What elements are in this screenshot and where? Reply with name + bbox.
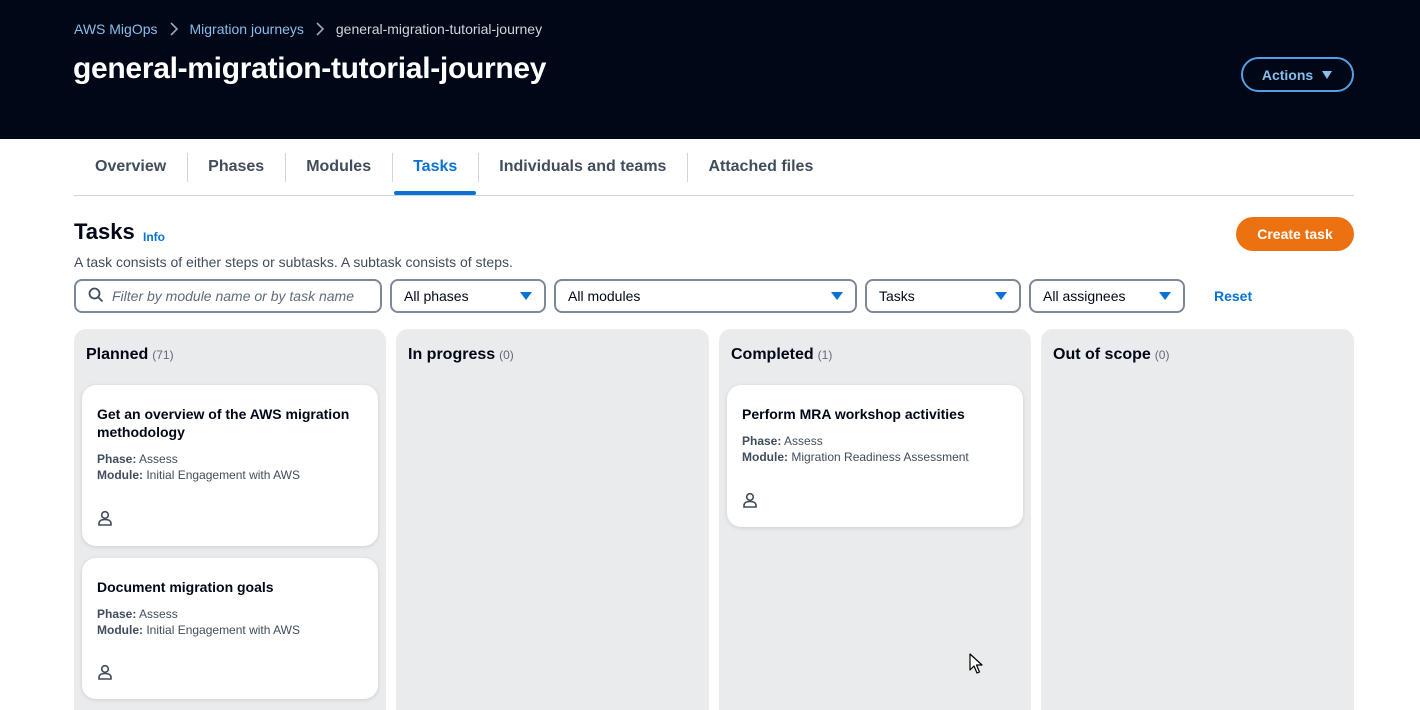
module-value: Initial Engagement with AWS (146, 623, 300, 637)
tab-overview[interactable]: Overview (74, 139, 187, 195)
column-out-of-scope: Out of scope (0) (1041, 329, 1354, 710)
column-count: (0) (1154, 348, 1170, 362)
column-header: Out of scope (0) (1053, 346, 1169, 364)
breadcrumb-link-migops[interactable]: AWS MigOps (74, 21, 158, 37)
reset-link[interactable]: Reset (1214, 288, 1252, 304)
task-card-meta: Phase: Assess Module: Initial Engagement… (97, 451, 363, 483)
caret-down-icon (831, 292, 843, 300)
type-select[interactable]: Tasks (865, 279, 1021, 313)
column-header: Planned (71) (86, 346, 174, 364)
task-card-title: Document migration goals (97, 579, 274, 595)
phase-label: Phase: (97, 607, 137, 621)
column-title: Out of scope (1053, 346, 1151, 363)
caret-down-icon (995, 292, 1007, 300)
tab-tasks[interactable]: Tasks (392, 139, 478, 195)
breadcrumb-link-journeys[interactable]: Migration journeys (190, 21, 304, 37)
module-select-value: All modules (568, 288, 641, 304)
column-planned: Planned (71) Get an overview of the AWS … (74, 329, 386, 710)
tab-bar: Overview Phases Modules Tasks Individual… (74, 139, 1354, 196)
phase-select-value: All phases (404, 288, 469, 304)
column-count: (1) (817, 348, 833, 362)
task-card[interactable]: Document migration goals Phase: Assess M… (82, 558, 378, 699)
user-icon (97, 664, 113, 680)
user-icon (742, 492, 758, 508)
caret-down-icon (1321, 67, 1333, 83)
actions-button[interactable]: Actions (1241, 57, 1354, 92)
task-card[interactable]: Perform MRA workshop activities Phase: A… (727, 385, 1023, 527)
tab-attached-files[interactable]: Attached files (687, 139, 834, 195)
column-title: Completed (731, 346, 814, 363)
breadcrumb-current: general-migration-tutorial-journey (335, 21, 543, 37)
tasks-description: A task consists of either steps or subta… (74, 254, 513, 270)
search-input[interactable]: Filter by module name or by task name (74, 279, 382, 313)
tab-phases[interactable]: Phases (187, 139, 285, 195)
column-count: (0) (499, 348, 514, 362)
caret-down-icon (520, 292, 532, 300)
phase-label: Phase: (97, 452, 137, 466)
module-value: Initial Engagement with AWS (146, 468, 300, 482)
assignee-select[interactable]: All assignees (1029, 279, 1185, 313)
module-value: Migration Readiness Assessment (791, 450, 969, 464)
column-count: (71) (152, 348, 174, 362)
tasks-heading: Tasks (74, 219, 135, 244)
tab-modules[interactable]: Modules (285, 139, 392, 195)
phase-select[interactable]: All phases (390, 279, 546, 313)
chevron-right-icon (158, 22, 190, 36)
tab-individuals-and-teams[interactable]: Individuals and teams (478, 139, 687, 195)
module-label: Module: (97, 623, 143, 637)
info-link[interactable]: Info (143, 230, 165, 244)
chevron-right-icon (304, 22, 336, 36)
phase-value: Assess (784, 434, 823, 448)
mouse-cursor-icon (969, 653, 985, 680)
assignee-select-value: All assignees (1043, 288, 1126, 304)
task-card-meta: Phase: Assess Module: Initial Engagement… (97, 606, 363, 638)
column-in-progress: In progress (0) (396, 329, 709, 710)
task-card[interactable]: Get an overview of the AWS migration met… (82, 385, 378, 546)
task-card-meta: Phase: Assess Module: Migration Readines… (742, 433, 1008, 465)
module-label: Module: (97, 468, 143, 482)
phase-value: Assess (139, 607, 178, 621)
search-placeholder: Filter by module name or by task name (112, 288, 354, 304)
actions-label: Actions (1261, 66, 1314, 83)
task-card-title: Get an overview of the AWS migration met… (97, 406, 350, 440)
phase-value: Assess (139, 452, 178, 466)
search-icon (88, 287, 104, 306)
column-title: Planned (86, 346, 149, 363)
type-select-value: Tasks (879, 288, 915, 304)
page-title: general-migration-tutorial-journey (73, 52, 547, 85)
column-title: In progress (408, 346, 496, 363)
page-header: AWS MigOps Migration journeys general-mi… (0, 0, 1420, 139)
column-header: Completed (1) (731, 346, 832, 364)
module-label: Module: (742, 450, 788, 464)
breadcrumb: AWS MigOps Migration journeys general-mi… (74, 21, 542, 37)
caret-down-icon (1159, 292, 1171, 300)
user-icon (97, 510, 113, 526)
column-header: In progress (0) (408, 346, 514, 364)
create-task-button[interactable]: Create task (1236, 217, 1354, 251)
phase-label: Phase: (742, 434, 782, 448)
module-select[interactable]: All modules (554, 279, 857, 313)
task-card-title: Perform MRA workshop activities (742, 406, 965, 422)
